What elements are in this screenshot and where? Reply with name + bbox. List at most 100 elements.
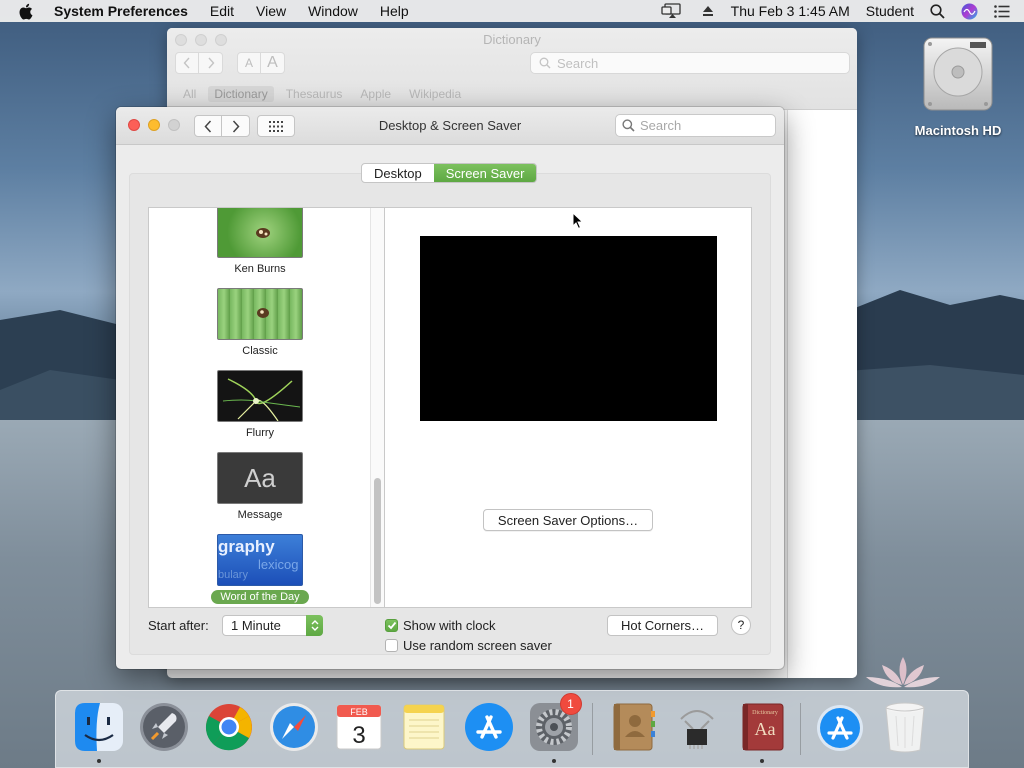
contacts-book-icon	[613, 703, 655, 751]
dictionary-font-smaller-button[interactable]: A	[237, 52, 261, 74]
screen-saver-options-button[interactable]: Screen Saver Options…	[483, 509, 653, 531]
ken-burns-thumbnail	[217, 208, 303, 258]
use-random-label: Use random screen saver	[403, 638, 552, 653]
dock-app-store[interactable]	[461, 699, 517, 755]
window-menu[interactable]: Window	[308, 3, 358, 19]
word-thumbnail-text-2: lexicog	[258, 557, 299, 572]
mouse-pointer-icon	[572, 212, 584, 230]
view-menu[interactable]: View	[256, 3, 286, 19]
dock-system-information[interactable]	[669, 699, 725, 755]
dictionary-tab-wikipedia[interactable]: Wikipedia	[403, 86, 467, 102]
app-store-icon	[464, 703, 513, 751]
flurry-thumbnail	[217, 370, 303, 422]
show-with-clock-checkbox[interactable]: Show with clock	[385, 618, 495, 633]
search-icon	[539, 57, 551, 69]
list-item-ken-burns[interactable]: Ken Burns	[149, 208, 371, 276]
use-random-screen-saver-checkbox[interactable]: Use random screen saver	[385, 638, 552, 653]
menubar-clock[interactable]: Thu Feb 3 1:45 AM	[731, 3, 850, 19]
list-item-classic[interactable]: Classic	[149, 288, 371, 358]
dictionary-font-larger-button[interactable]: A	[261, 52, 285, 74]
dock: FEB 3 1 Dictionary Aa	[55, 690, 969, 768]
tab-screen-saver[interactable]: Screen Saver	[433, 164, 537, 182]
applications-folder-icon	[816, 705, 863, 751]
list-item-word-of-the-day[interactable]: graphy lexicog bulary Word of the Day	[149, 534, 371, 604]
help-menu[interactable]: Help	[380, 3, 409, 19]
user-menu[interactable]: Student	[866, 3, 914, 19]
running-indicator	[96, 759, 101, 763]
edit-menu[interactable]: Edit	[210, 3, 234, 19]
start-after-value: 1 Minute	[231, 618, 281, 633]
notes-icon	[403, 704, 444, 750]
message-thumbnail: Aa	[217, 452, 303, 504]
dock-chrome[interactable]	[201, 699, 257, 755]
calendar-day: 3	[352, 722, 365, 749]
screen-saver-list[interactable]: Ken Burns Classic Flurry Aa Message grap…	[148, 207, 385, 608]
list-item-flurry[interactable]: Flurry	[149, 370, 371, 440]
help-button[interactable]: ?	[731, 615, 751, 635]
dock-trash[interactable]	[877, 699, 933, 755]
word-thumbnail-text-3: bulary	[218, 569, 248, 581]
dock-calendar[interactable]: FEB 3	[331, 699, 387, 755]
dock-separator	[800, 703, 801, 755]
eject-icon[interactable]	[701, 4, 715, 18]
tab-desktop[interactable]: Desktop	[362, 164, 434, 182]
siri-icon[interactable]	[961, 3, 978, 20]
window-titlebar: Desktop & Screen Saver	[116, 107, 784, 145]
dock-system-preferences[interactable]: 1	[526, 693, 582, 763]
airplay-display-icon[interactable]	[661, 3, 685, 19]
dock-applications-folder[interactable]	[812, 699, 868, 755]
list-item-label: Message	[237, 509, 283, 521]
dictionary-back-button[interactable]	[175, 52, 199, 74]
dictionary-tab-dictionary[interactable]: Dictionary	[208, 86, 274, 102]
ladybug-photo-icon	[257, 308, 269, 318]
hot-corners-button[interactable]: Hot Corners…	[607, 615, 718, 636]
dictionary-tab-all[interactable]: All	[177, 86, 202, 102]
menu-bar: System Preferences Edit View Window Help…	[0, 0, 1024, 22]
app-menu[interactable]: System Preferences	[54, 3, 188, 19]
ladybug-photo-icon	[256, 228, 270, 238]
dictionary-source-tabs: All Dictionary Thesaurus Apple Wikipedia	[177, 86, 467, 102]
list-item-label: Ken Burns	[234, 263, 286, 275]
dictionary-book-icon: Dictionary Aa	[742, 703, 783, 751]
dictionary-tab-thesaurus[interactable]: Thesaurus	[280, 86, 349, 102]
macintosh-hd-desktop-icon[interactable]: Macintosh HD	[908, 34, 1008, 138]
dictionary-forward-button[interactable]	[199, 52, 223, 74]
launchpad-rocket-icon	[139, 703, 188, 751]
show-with-clock-label: Show with clock	[403, 618, 496, 633]
notification-badge: 1	[559, 693, 582, 715]
list-item-label: Classic	[242, 345, 278, 357]
calendar-month: FEB	[350, 707, 368, 717]
lotus-flower-icon	[866, 657, 940, 688]
flurry-streaks-icon	[222, 378, 301, 421]
dictionary-tab-apple[interactable]: Apple	[354, 86, 397, 102]
dock-launchpad[interactable]	[136, 699, 192, 755]
list-item-label-selected: Word of the Day	[211, 590, 309, 604]
dock-safari[interactable]	[266, 699, 322, 755]
word-thumbnail-text-1: graphy	[218, 537, 275, 556]
screen-saver-preview	[420, 236, 717, 421]
dictionary-search-field[interactable]: Search	[530, 52, 850, 74]
dictionary-search-placeholder: Search	[557, 55, 599, 71]
calendar-icon: FEB 3	[336, 704, 381, 750]
list-item-label: Flurry	[245, 427, 275, 439]
preferences-search-field[interactable]	[615, 114, 776, 137]
dock-notes[interactable]	[396, 699, 452, 755]
dock-dictionary[interactable]: Dictionary Aa	[734, 699, 790, 763]
dictionary-content-area	[787, 110, 857, 678]
apple-menu-icon[interactable]	[18, 3, 38, 20]
list-scrollbar[interactable]	[374, 478, 381, 604]
chrome-icon	[205, 704, 252, 751]
checkbox-unchecked-icon	[385, 639, 398, 652]
preferences-search-input[interactable]	[640, 118, 760, 133]
tab-segmented-control: Desktop Screen Saver	[361, 163, 538, 183]
word-of-the-day-thumbnail: graphy lexicog bulary	[217, 534, 303, 586]
dock-contacts[interactable]	[604, 699, 660, 755]
message-thumbnail-text: Aa	[244, 462, 276, 493]
list-item-message[interactable]: Aa Message	[149, 452, 371, 522]
notification-center-icon[interactable]	[994, 4, 1010, 18]
spotlight-search-icon[interactable]	[930, 3, 945, 19]
start-after-label: Start after:	[148, 618, 209, 633]
dock-finder[interactable]	[71, 699, 127, 763]
start-after-select[interactable]: 1 Minute	[222, 615, 323, 636]
dictionary-titlebar: Dictionary A A Search All Dictionary The…	[167, 28, 857, 110]
